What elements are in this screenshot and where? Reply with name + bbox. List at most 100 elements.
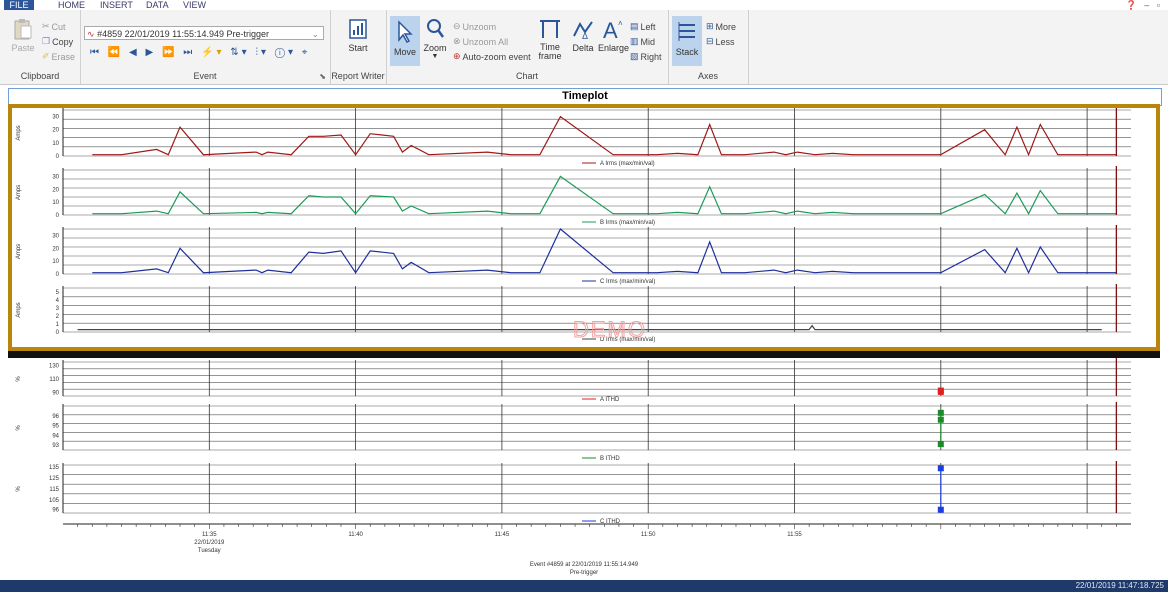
auto-zoom-label: Auto-zoom event: [462, 51, 531, 62]
y-axis-label: %: [16, 486, 22, 492]
x-tick-label: 11:40: [348, 532, 363, 538]
event-navigation: ⏮ ⏪ ◀ ▶ ⏩ ⏭ ⚡▾ ⇅▾ ⫶▾ ⓘ▾ ⌖: [90, 47, 310, 58]
pre-trigger-label: Pre-trigger: [570, 570, 598, 576]
copy-label: Copy: [52, 36, 74, 47]
unzoom-all-button[interactable]: ⊗ Unzoom All: [453, 36, 508, 47]
info-icon[interactable]: ⓘ▾: [275, 47, 296, 58]
event-label: Event #4859 at 22/01/2019 11:55:14.949: [530, 562, 639, 568]
event-selector-value: #4859 22/01/2019 11:55:14.949 Pre-trigge…: [97, 29, 270, 39]
y-tick-label: 94: [52, 433, 59, 439]
start-label: Start: [348, 43, 368, 53]
dialog-launcher-icon[interactable]: ⬊: [319, 72, 326, 81]
svg-text:˄: ˄: [618, 19, 623, 28]
last-event-icon[interactable]: ⏭: [183, 47, 195, 58]
paste-button[interactable]: Paste: [10, 18, 36, 53]
unzoom-label: Unzoom: [462, 21, 497, 32]
tab-data[interactable]: DATA: [146, 0, 169, 10]
event-selector[interactable]: ∿ #4859 22/01/2019 11:55:14.949 Pre-trig…: [84, 26, 324, 40]
align-left-icon: ▤: [630, 21, 639, 31]
stack-button[interactable]: Stack: [672, 16, 702, 66]
paste-icon: [14, 19, 32, 40]
minimize-icon[interactable]: –: [1144, 0, 1149, 10]
x-tick-label: 11:45: [495, 532, 510, 538]
tab-home[interactable]: HOME: [58, 0, 85, 10]
align-right-button[interactable]: ▧ Right: [630, 51, 662, 62]
first-event-icon[interactable]: ⏮: [90, 47, 102, 58]
data-point: [937, 416, 944, 423]
tab-file[interactable]: FILE: [4, 0, 34, 10]
chevron-down-icon: ⌄: [311, 29, 319, 39]
chart-panel-7: 96105115125135%C ITHD: [16, 461, 1131, 525]
next-icon[interactable]: ▶: [146, 47, 157, 58]
axes-group: Stack ⊞ More ⊟ Less Axes: [668, 10, 749, 84]
x-day-label: Tuesday: [198, 548, 221, 554]
zoom-dropdown-icon[interactable]: ▼: [423, 53, 447, 60]
unzoom-button[interactable]: ⊖ Unzoom: [453, 21, 496, 32]
copy-icon: ❐: [42, 36, 51, 46]
y-tick-label: 115: [49, 487, 59, 493]
y-tick-label: 125: [49, 476, 60, 482]
plus-icon: ⊞: [706, 21, 714, 31]
selected-panel-frame: [8, 104, 1160, 351]
auto-zoom-button[interactable]: ⊕ Auto-zoom event: [453, 51, 531, 62]
waveform-icon: ∿: [87, 29, 95, 39]
copy-button[interactable]: ❐ Copy: [42, 36, 73, 47]
y-tick-label: 135: [49, 465, 60, 471]
filter-icon[interactable]: ⫶▾: [255, 47, 269, 58]
start-report-button[interactable]: Start: [340, 18, 376, 53]
delta-icon: Δ: [573, 21, 593, 40]
tab-view[interactable]: VIEW: [183, 0, 206, 10]
unzoom-icon: ⊖: [453, 21, 461, 31]
less-axes-button[interactable]: ⊟ Less: [706, 36, 735, 47]
rewind-icon[interactable]: ⏪: [108, 47, 123, 58]
align-left-button[interactable]: ▤ Left: [630, 21, 656, 32]
more-axes-button[interactable]: ⊞ More: [706, 21, 736, 32]
erase-button[interactable]: ✐ Erase: [42, 51, 75, 62]
stack-label: Stack: [675, 47, 699, 57]
binoculars-icon[interactable]: ⌖: [302, 47, 311, 58]
cut-button[interactable]: ✂ Cut: [42, 21, 66, 32]
sort-icon[interactable]: ⇅▾: [230, 47, 249, 58]
time-frame-icon: [540, 20, 560, 38]
time-frame-button[interactable]: Time frame: [536, 18, 564, 61]
legend-label: B ITHD: [600, 456, 620, 462]
chart-group: Move Zoom ▼ ⊖ Unzoom ⊗ Unzoom All ⊕ Auto-zo…: [386, 10, 669, 84]
y-tick-label: 105: [49, 498, 60, 504]
timeplot-title: Timeplot: [562, 90, 608, 102]
move-button[interactable]: Move: [390, 16, 420, 66]
scissors-icon: ✂: [42, 21, 50, 31]
enlarge-button[interactable]: A ˄ Enlarge: [598, 18, 629, 53]
stack-icon: [678, 22, 695, 41]
fast-forward-icon[interactable]: ⏩: [162, 47, 177, 58]
paste-label: Paste: [11, 43, 35, 53]
mid-label: Mid: [640, 36, 656, 47]
more-label: More: [715, 21, 737, 32]
cut-label: Cut: [51, 21, 66, 32]
less-label: Less: [715, 36, 735, 47]
align-mid-button[interactable]: ▥ Mid: [630, 36, 655, 47]
data-point: [937, 387, 944, 394]
zoom-button[interactable]: Zoom ▼: [423, 18, 447, 60]
svg-text:Δ: Δ: [582, 31, 588, 40]
y-tick-label: 96: [52, 508, 59, 514]
status-bar: 22/01/2019 11:47:18.725: [0, 580, 1168, 592]
delta-button[interactable]: Δ Delta: [570, 18, 596, 53]
help-icon[interactable]: ❓: [1126, 0, 1137, 10]
restore-icon[interactable]: ▫: [1157, 0, 1160, 10]
y-tick-label: 90: [52, 391, 59, 397]
magnifier-icon: [427, 19, 445, 38]
erase-label: Erase: [51, 51, 76, 62]
panel-separator[interactable]: [8, 351, 1160, 358]
tab-insert[interactable]: INSERT: [100, 0, 133, 10]
previous-icon[interactable]: ◀: [129, 47, 140, 58]
right-label: Right: [640, 51, 662, 62]
clipboard-group-label: Clipboard: [20, 71, 60, 81]
report-icon: [349, 19, 367, 39]
auto-zoom-icon: ⊕: [453, 51, 461, 61]
chart-panel-6: 93 94 95 96% B ITHD: [16, 402, 1131, 462]
trigger-icon[interactable]: ⚡▾: [201, 47, 224, 58]
eraser-icon: ✐: [42, 51, 50, 61]
event-group-label: Event: [193, 71, 217, 81]
x-tick-label: 11:35: [202, 532, 217, 538]
x-date-label: 22/01/2019: [194, 540, 225, 546]
